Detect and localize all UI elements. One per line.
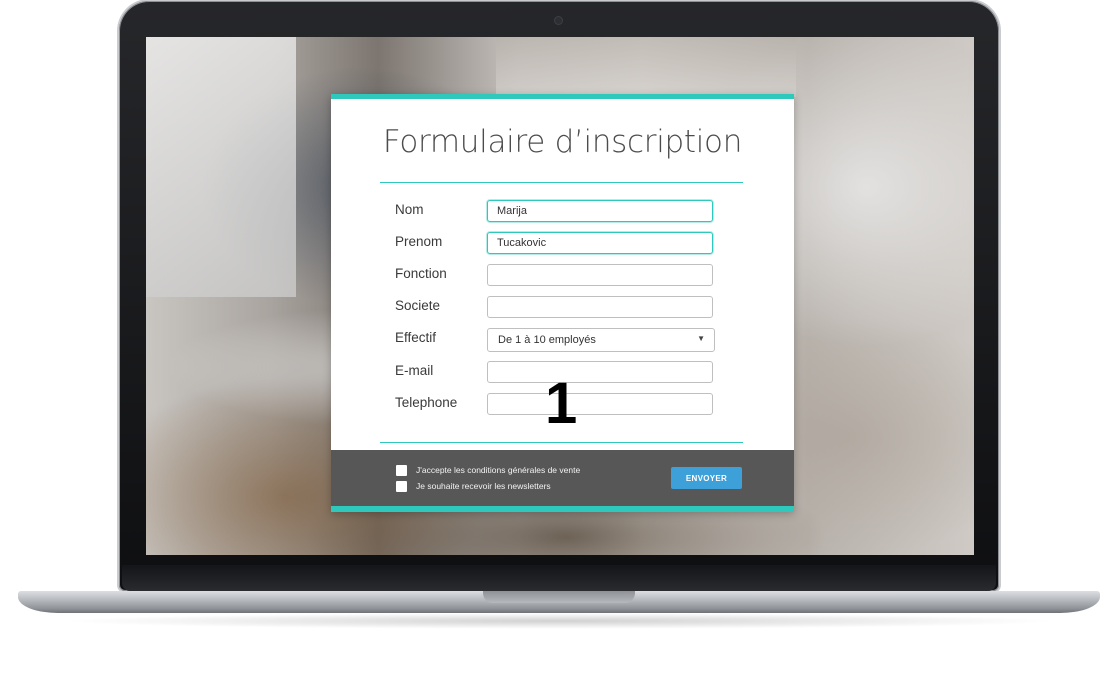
effectif-selected-value: De 1 à 10 employés — [498, 334, 596, 346]
telephone-label: Telephone — [395, 395, 458, 410]
newsletter-checkbox-label: Je souhaite recevoir les newsletters — [416, 481, 551, 491]
registration-form: Formulaire d’inscription Nom Prenom Fonc… — [331, 94, 794, 512]
laptop-notch — [483, 591, 635, 603]
submit-button[interactable]: ENVOYER — [671, 467, 742, 489]
fonction-label: Fonction — [395, 266, 447, 281]
email-label: E-mail — [395, 363, 434, 378]
effectif-label: Effectif — [395, 330, 437, 345]
email-input[interactable] — [487, 361, 713, 383]
terms-checkbox-label: J'accepte les conditions générales de ve… — [416, 465, 581, 475]
societe-label: Societe — [395, 298, 441, 313]
form-bottom-accent — [331, 506, 794, 512]
effectif-select[interactable]: De 1 à 10 employés ▼ — [487, 328, 715, 352]
background-ceiling — [496, 37, 796, 97]
field-row-nom: Nom — [331, 200, 794, 224]
step-number-annotation: 1 — [545, 371, 578, 436]
societe-input[interactable] — [487, 296, 713, 318]
laptop-shadow — [60, 613, 1060, 629]
field-row-fonction: Fonction — [331, 264, 794, 288]
prenom-input[interactable] — [487, 232, 713, 254]
prenom-label: Prenom — [395, 234, 443, 249]
screen-bezel-bottom — [122, 565, 996, 591]
terms-checkbox[interactable] — [396, 465, 407, 476]
chevron-down-icon: ▼ — [697, 334, 705, 343]
form-top-accent — [331, 94, 794, 99]
form-title: Formulaire d’inscription — [382, 124, 743, 160]
nom-label: Nom — [395, 202, 424, 217]
form-bottom-divider — [380, 442, 743, 443]
telephone-input[interactable] — [487, 393, 713, 415]
background-window — [146, 37, 296, 297]
fonction-input[interactable] — [487, 264, 713, 286]
form-footer: J'accepte les conditions générales de ve… — [331, 450, 794, 506]
title-divider — [380, 182, 743, 183]
field-row-prenom: Prenom — [331, 232, 794, 256]
newsletter-checkbox[interactable] — [396, 481, 407, 492]
webcam-icon — [555, 17, 562, 24]
field-row-societe: Societe — [331, 296, 794, 320]
nom-input[interactable] — [487, 200, 713, 222]
field-row-effectif: Effectif De 1 à 10 employés ▼ — [331, 328, 794, 352]
laptop-mockup: Formulaire d’inscription Nom Prenom Fonc… — [0, 0, 1119, 677]
